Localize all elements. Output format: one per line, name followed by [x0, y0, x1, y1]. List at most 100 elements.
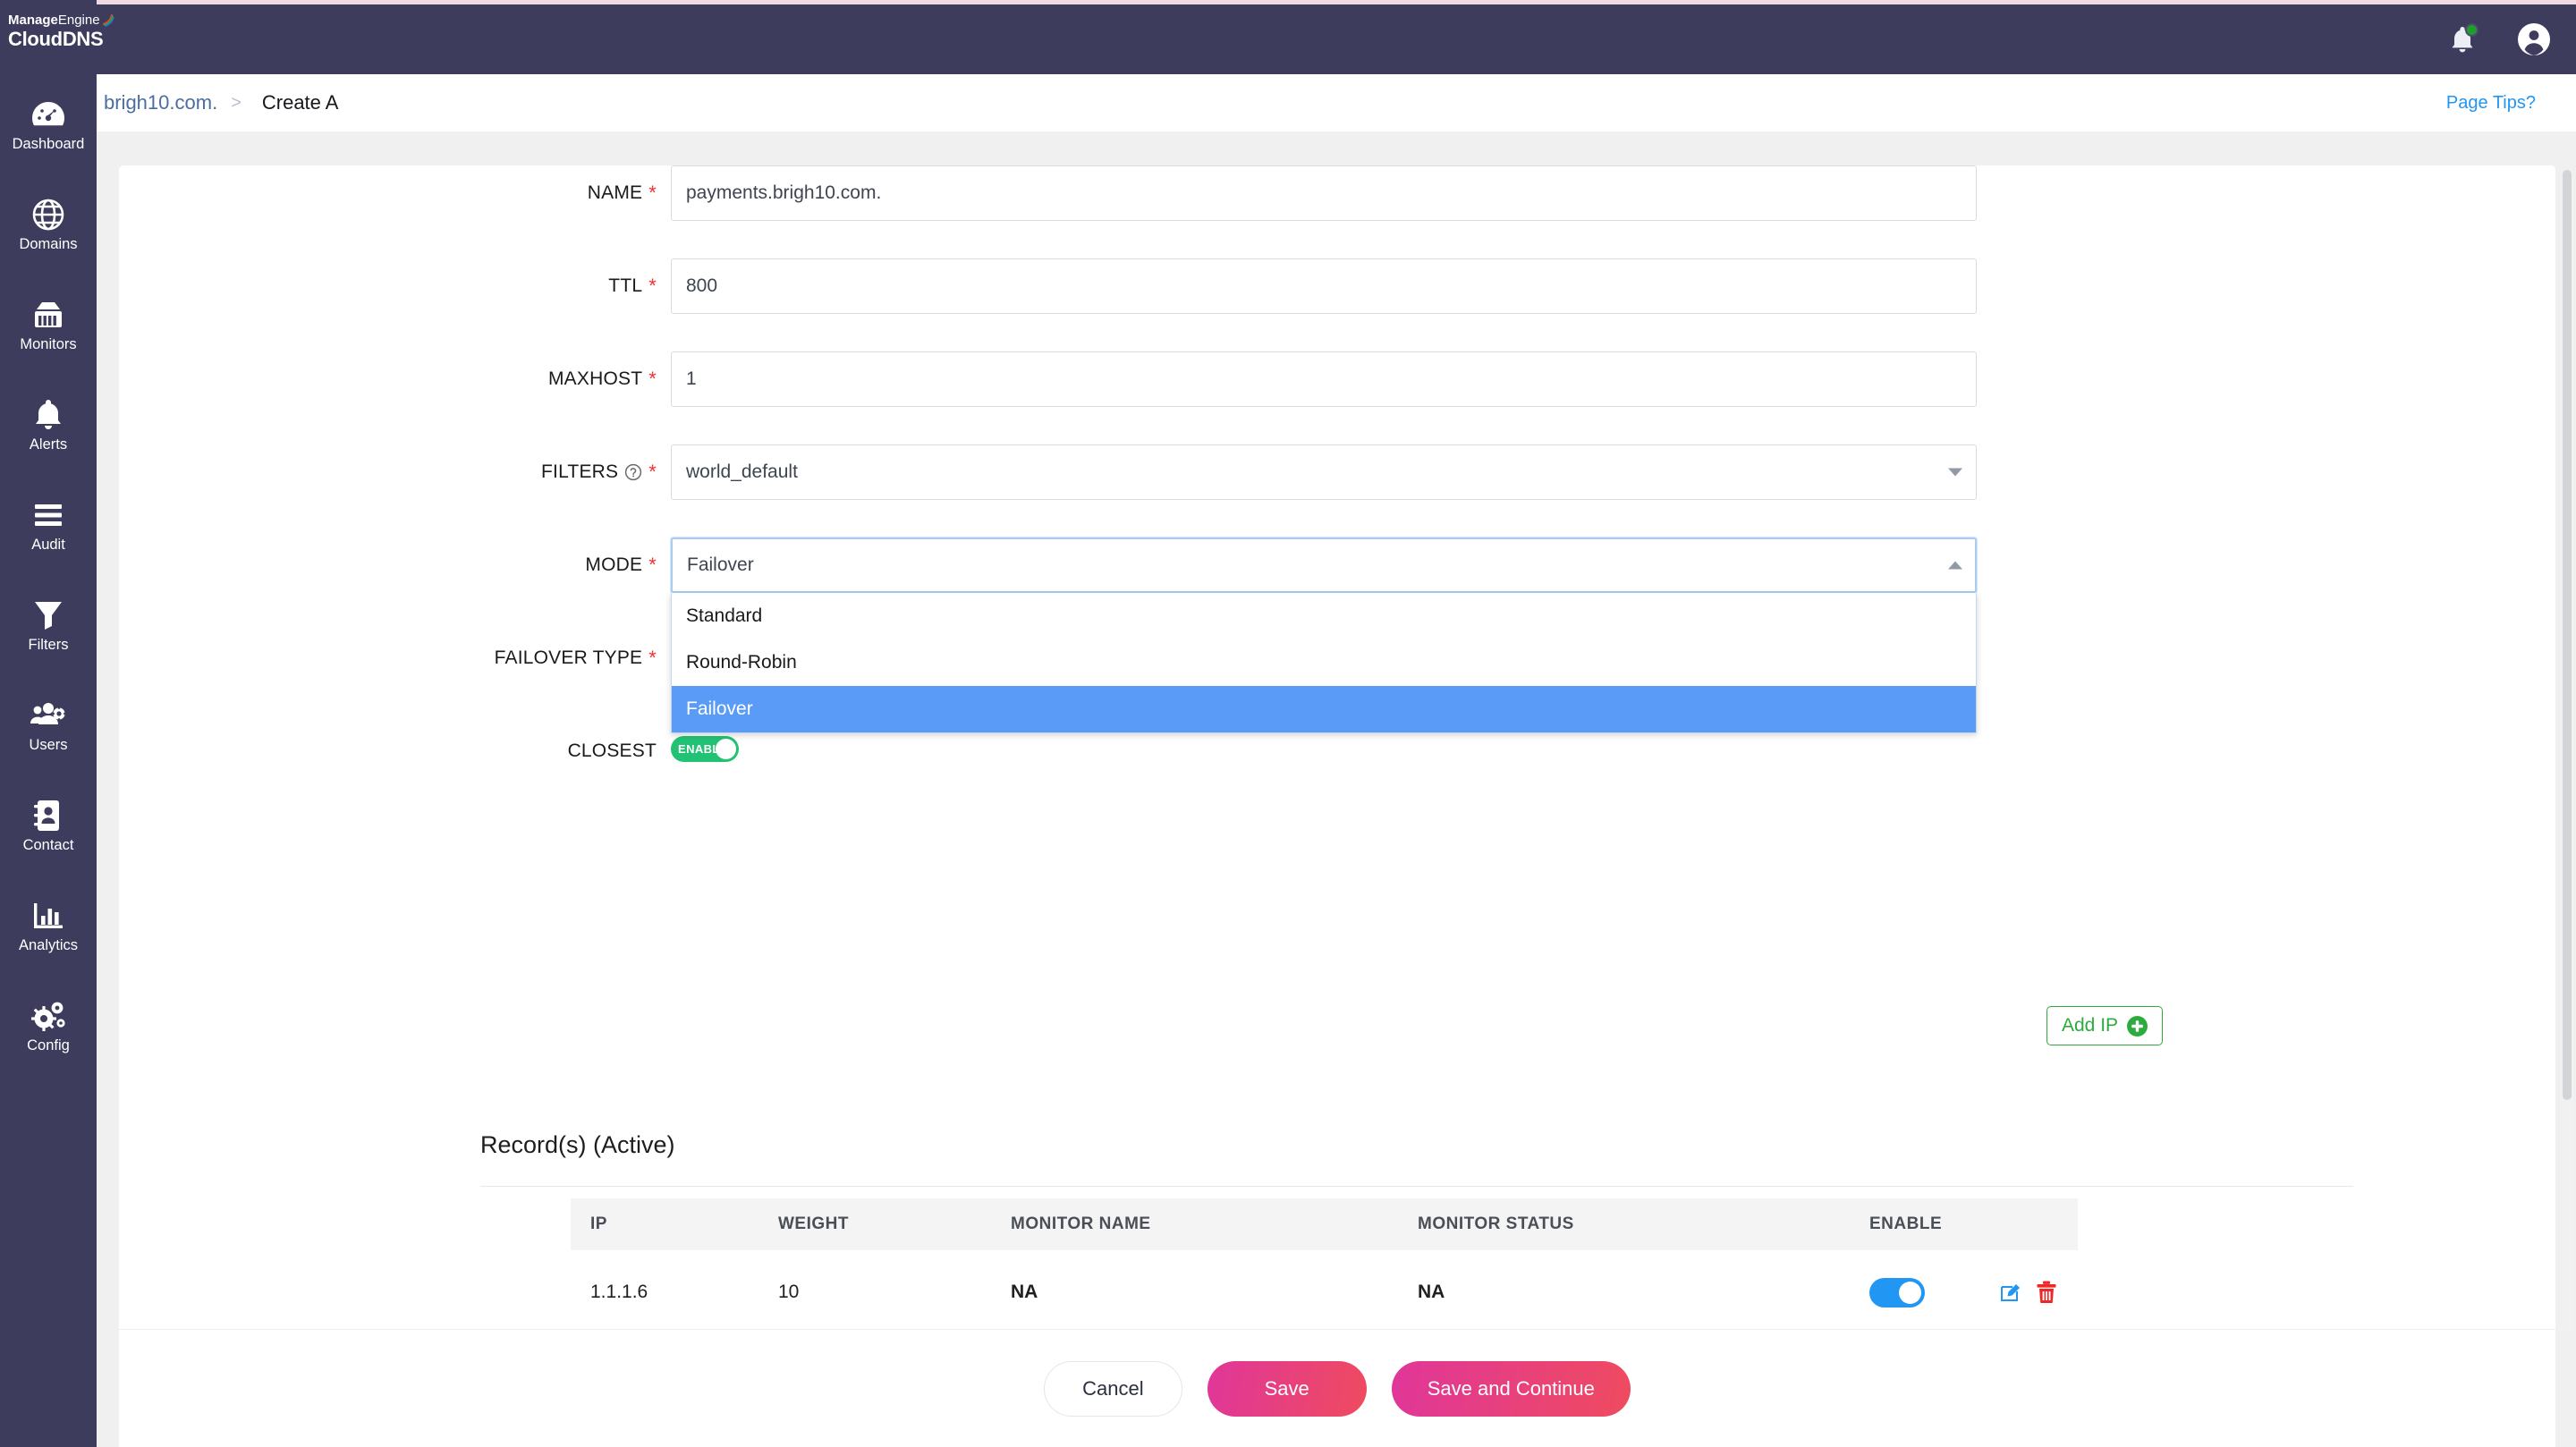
- sidebar-item-label: Domains: [0, 236, 97, 253]
- cell-monitor-status: NA: [1398, 1250, 1850, 1334]
- breadcrumb-bar: brigh10.com. > Create A Page Tips?: [97, 74, 2576, 131]
- breadcrumb-separator-icon: >: [231, 93, 242, 114]
- records-section-title: Record(s) (Active): [480, 1131, 675, 1159]
- maxhost-label: MAXHOST *: [119, 351, 657, 407]
- filters-select[interactable]: [671, 444, 1977, 500]
- sidebar-item-users[interactable]: Users: [0, 681, 97, 782]
- name-control: [671, 165, 1977, 221]
- mode-option-round-robin[interactable]: Round-Robin: [672, 639, 1976, 686]
- globe-icon: [0, 195, 97, 234]
- maxhost-input[interactable]: [671, 351, 1977, 407]
- column-header-monitor-status: MONITOR STATUS: [1398, 1198, 1850, 1250]
- form-row-mode: MODE * Standard Round-Robin Failover: [119, 537, 2409, 630]
- sidebar-item-dashboard[interactable]: Dashboard: [0, 80, 97, 181]
- help-circle-icon[interactable]: [624, 463, 642, 481]
- enable-toggle[interactable]: [1869, 1278, 1925, 1307]
- sidebar-item-config[interactable]: Config: [0, 982, 97, 1082]
- row-actions: [1999, 1281, 2078, 1304]
- sidebar-item-label: Analytics: [0, 937, 97, 954]
- column-header-weight: WEIGHT: [758, 1198, 991, 1250]
- chevron-up-icon[interactable]: [1948, 562, 1962, 570]
- brand-product-name: CloudDNS: [8, 28, 97, 51]
- form-row-filters: FILTERS *: [119, 444, 2409, 537]
- column-header-monitor-name: MONITOR NAME: [991, 1198, 1398, 1250]
- breadcrumb: brigh10.com. > Create A: [104, 74, 338, 131]
- sidebar-item-label: Users: [0, 737, 97, 754]
- add-ip-button[interactable]: Add IP: [2046, 1006, 2163, 1045]
- user-circle-icon[interactable]: [2517, 22, 2551, 56]
- chevron-down-icon[interactable]: [1948, 469, 1962, 477]
- gears-icon: [0, 996, 97, 1036]
- brand-engine-text: Engine: [58, 13, 100, 28]
- maxhost-control: [671, 351, 1977, 407]
- column-header-ip: IP: [571, 1198, 758, 1250]
- sidebar-nav: Dashboard Domains Monitors Alerts Audit: [0, 80, 97, 1082]
- ttl-label: TTL *: [119, 258, 657, 314]
- mode-select[interactable]: [671, 537, 1977, 593]
- records-table-head: IP WEIGHT MONITOR NAME MONITOR STATUS EN…: [571, 1198, 2078, 1250]
- save-and-continue-button[interactable]: Save and Continue: [1392, 1361, 1631, 1417]
- closest-label: CLOSEST: [119, 724, 657, 779]
- records-divider: [480, 1186, 2353, 1187]
- scrollbar-thumb[interactable]: [2563, 170, 2572, 1100]
- create-a-record-card: NAME * TTL * MAXHOST *: [119, 165, 2555, 1447]
- sidebar-item-monitors[interactable]: Monitors: [0, 281, 97, 381]
- closest-toggle[interactable]: ENABLED: [671, 736, 739, 762]
- brand-manage-text: Manage: [8, 13, 58, 28]
- required-asterisk: *: [648, 648, 657, 668]
- funnel-icon: [0, 596, 97, 635]
- required-asterisk: *: [648, 462, 657, 482]
- contact-book-icon: [0, 796, 97, 835]
- top-bar: [97, 4, 2576, 74]
- ttl-input[interactable]: [671, 258, 1977, 314]
- form-row-ttl: TTL *: [119, 258, 2409, 351]
- sidebar-item-analytics[interactable]: Analytics: [0, 882, 97, 982]
- page-scrollbar[interactable]: [2561, 170, 2573, 1333]
- maxhost-label-text: MAXHOST: [548, 368, 642, 390]
- trash-icon[interactable]: [2037, 1281, 2056, 1304]
- sidebar-item-label: Dashboard: [0, 136, 97, 153]
- mode-dropdown-list: Standard Round-Robin Failover: [671, 593, 1977, 733]
- bar-chart-icon: [0, 896, 97, 935]
- required-asterisk: *: [648, 183, 657, 203]
- cancel-button[interactable]: Cancel: [1044, 1361, 1182, 1417]
- sidebar-item-audit[interactable]: Audit: [0, 481, 97, 581]
- mode-label-text: MODE: [585, 554, 642, 576]
- sidebar-item-filters[interactable]: Filters: [0, 581, 97, 681]
- dashboard-gauge-icon: [0, 95, 97, 134]
- sidebar-item-contact[interactable]: Contact: [0, 782, 97, 882]
- column-header-enable: ENABLE: [1850, 1198, 1979, 1250]
- sidebar: ManageEngine CloudDNS Dashboard Domains …: [0, 0, 97, 1447]
- brand-manageengine: ManageEngine: [8, 13, 97, 28]
- page-tips-link[interactable]: Page Tips?: [2446, 74, 2536, 131]
- failover-type-label-text: FAILOVER TYPE: [495, 647, 643, 669]
- ttl-label-text: TTL: [608, 275, 642, 297]
- notifications-button[interactable]: [2447, 24, 2478, 55]
- name-input[interactable]: [671, 165, 1977, 221]
- sidebar-item-alerts[interactable]: Alerts: [0, 381, 97, 481]
- form-row-maxhost: MAXHOST *: [119, 351, 2409, 444]
- closest-label-text: CLOSEST: [568, 740, 657, 762]
- required-asterisk: *: [648, 555, 657, 575]
- required-asterisk: *: [648, 276, 657, 296]
- name-label: NAME *: [119, 165, 657, 221]
- mode-option-standard[interactable]: Standard: [672, 593, 1976, 639]
- edit-pencil-icon[interactable]: [1999, 1281, 2022, 1304]
- list-lines-icon: [0, 495, 97, 535]
- breadcrumb-parent-link[interactable]: brigh10.com.: [104, 91, 217, 114]
- filters-label-text: FILTERS: [541, 461, 618, 483]
- cell-actions: [1979, 1250, 2078, 1334]
- users-gear-icon: [0, 696, 97, 735]
- plus-circle-icon: [2127, 1016, 2148, 1037]
- notification-badge: [2465, 23, 2479, 37]
- manageengine-swoosh-icon: [101, 13, 114, 27]
- add-ip-label: Add IP: [2062, 1015, 2118, 1037]
- filters-label: FILTERS *: [119, 444, 657, 500]
- mode-option-failover[interactable]: Failover: [672, 686, 1976, 732]
- table-header-row: IP WEIGHT MONITOR NAME MONITOR STATUS EN…: [571, 1198, 2078, 1250]
- sidebar-item-label: Contact: [0, 837, 97, 854]
- mode-control: Standard Round-Robin Failover: [671, 537, 1977, 593]
- sidebar-item-domains[interactable]: Domains: [0, 181, 97, 281]
- monitor-rack-icon: [0, 295, 97, 334]
- save-button[interactable]: Save: [1208, 1361, 1367, 1417]
